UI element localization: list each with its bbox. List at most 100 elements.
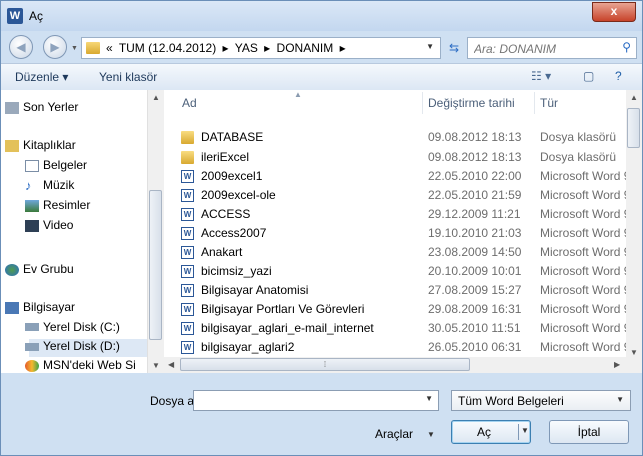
breadcrumb-separator[interactable]: ▸ bbox=[223, 41, 229, 55]
navigation-bar: ◀ ▶ ▼ « TUM (12.04.2012) ▸ YAS ▸ DONANIM… bbox=[1, 31, 642, 63]
nav-item-libraries[interactable]: Kitaplıklar bbox=[5, 138, 76, 156]
open-options-icon[interactable]: ▼ bbox=[521, 426, 529, 435]
scroll-down-icon[interactable]: ▼ bbox=[630, 348, 638, 357]
scroll-right-icon[interactable]: ▶ bbox=[614, 360, 620, 369]
nav-item-label: Müzik bbox=[43, 178, 75, 192]
msn-icon bbox=[25, 360, 39, 372]
new-folder-button[interactable]: Yeni klasör bbox=[99, 70, 157, 84]
nav-item-label: Resimler bbox=[43, 198, 91, 212]
filename-field: ▼ bbox=[193, 390, 439, 411]
word-doc-icon: W bbox=[181, 227, 194, 240]
address-dropdown-icon[interactable]: ▼ bbox=[426, 42, 434, 51]
nav-item-label: Kitaplıklar bbox=[23, 138, 76, 152]
open-dialog: W Aç x ◀ ▶ ▼ « TUM (12.04.2012) ▸ YAS ▸ … bbox=[0, 0, 643, 456]
folder-icon bbox=[181, 131, 194, 144]
window-title: Aç bbox=[29, 9, 44, 23]
breadcrumb-item[interactable]: TUM (12.04.2012) bbox=[119, 41, 216, 55]
list-item[interactable]: Wbicimsiz_yazi 20.10.2009 10:01 Microsoft … bbox=[164, 262, 630, 281]
word-doc-icon: W bbox=[181, 189, 194, 202]
filename-input[interactable] bbox=[196, 392, 420, 411]
nav-item-pictures[interactable]: Resimler bbox=[25, 198, 91, 216]
breadcrumb-item[interactable]: YAS bbox=[235, 41, 258, 55]
list-item[interactable]: ileriExcel 09.08.2012 18:13 Dosya klasörü bbox=[164, 148, 626, 167]
scrollbar-thumb[interactable]: ⁞ bbox=[180, 358, 470, 371]
scroll-down-icon[interactable]: ▼ bbox=[152, 361, 160, 370]
breadcrumb: « TUM (12.04.2012) ▸ YAS ▸ DONANIM ▸ bbox=[106, 41, 349, 55]
close-button[interactable]: x bbox=[592, 2, 636, 22]
search-box: ⚲ bbox=[467, 37, 637, 59]
scroll-up-icon[interactable]: ▲ bbox=[630, 93, 638, 102]
search-icon[interactable]: ⚲ bbox=[622, 40, 631, 54]
nav-item-music[interactable]: ♪ Müzik bbox=[25, 178, 75, 196]
list-item[interactable]: W 2009excel-ole 22.05.2010 21:59 Microsoft … bbox=[164, 186, 630, 205]
preview-pane-icon[interactable]: ▢ bbox=[583, 69, 594, 83]
scroll-up-icon[interactable]: ▲ bbox=[152, 93, 160, 102]
breadcrumb-item[interactable]: DONANIM bbox=[277, 41, 334, 55]
breadcrumb-overflow[interactable]: « bbox=[106, 41, 113, 55]
list-item[interactable]: W Anakart 23.08.2009 14:50 Microsoft Word 9 bbox=[164, 243, 630, 262]
column-divider[interactable] bbox=[534, 92, 535, 114]
file-type-value: Tüm Word Belgeleri bbox=[458, 394, 564, 408]
disk-icon bbox=[25, 343, 39, 351]
view-options-icon[interactable]: ☷ ▾ bbox=[531, 69, 551, 83]
nav-item-label: Son Yerler bbox=[23, 100, 79, 114]
list-item[interactable]: W ACCESS 29.12.2009 11:21 Microsoft Word 9 bbox=[164, 205, 630, 224]
nav-item-video[interactable]: Video bbox=[25, 218, 74, 236]
forward-button[interactable]: ▶ bbox=[43, 35, 67, 59]
column-header-date[interactable]: Değiştirme tarihi bbox=[428, 90, 515, 116]
documents-icon bbox=[25, 160, 39, 172]
libraries-icon bbox=[5, 140, 19, 152]
tools-button[interactable]: Araçlar bbox=[375, 427, 413, 441]
open-button[interactable]: Aç bbox=[451, 420, 531, 444]
word-doc-icon: W bbox=[181, 322, 194, 335]
refresh-icon[interactable]: ⇆ bbox=[443, 37, 465, 59]
word-doc-icon: W bbox=[181, 208, 194, 221]
disk-icon bbox=[25, 323, 39, 331]
nav-item-msn[interactable]: MSN'deki Web Si bbox=[25, 358, 136, 373]
word-doc-icon: W bbox=[181, 246, 194, 259]
column-divider[interactable] bbox=[422, 92, 423, 114]
nav-item-disk-d[interactable]: Yerel Disk (D:) bbox=[25, 339, 163, 357]
column-header-type[interactable]: Tür bbox=[540, 90, 558, 116]
file-list-scrollbar[interactable]: ▲ ▼ bbox=[626, 90, 642, 373]
nav-item-disk-c[interactable]: Yerel Disk (C:) bbox=[25, 320, 120, 338]
column-header-name[interactable]: Ad bbox=[182, 90, 197, 116]
list-item[interactable]: DATABASE 09.08.2012 18:13 Dosya klasörü bbox=[164, 128, 626, 147]
breadcrumb-separator[interactable]: ▸ bbox=[340, 41, 346, 55]
search-input[interactable] bbox=[472, 39, 616, 59]
music-icon: ♪ bbox=[25, 178, 32, 193]
nav-item-homegroup[interactable]: Ev Grubu bbox=[5, 262, 74, 280]
cancel-button[interactable]: İptal bbox=[549, 420, 629, 444]
sort-arrow-icon: ▲ bbox=[294, 90, 302, 99]
scroll-left-icon[interactable]: ◀ bbox=[168, 360, 174, 369]
nav-item-documents[interactable]: Belgeler bbox=[25, 158, 87, 176]
file-type-select[interactable]: Tüm Word Belgeleri ▼ bbox=[451, 390, 631, 411]
folder-icon bbox=[181, 151, 194, 164]
help-icon[interactable]: ? bbox=[615, 69, 622, 83]
pictures-icon bbox=[25, 200, 39, 212]
filename-dropdown-icon[interactable]: ▼ bbox=[425, 394, 433, 403]
back-button[interactable]: ◀ bbox=[9, 35, 33, 59]
open-split-divider bbox=[518, 424, 519, 440]
nav-item-label: Yerel Disk (D:) bbox=[43, 339, 120, 353]
address-bar[interactable]: « TUM (12.04.2012) ▸ YAS ▸ DONANIM ▸ ▼ bbox=[81, 37, 441, 59]
recent-pages-icon[interactable]: ▼ bbox=[71, 45, 78, 52]
list-item[interactable]: W 2009excel1 22.05.2010 22:00 Microsoft Wor… bbox=[164, 167, 630, 186]
nav-item-computer[interactable]: Bilgisayar bbox=[5, 300, 75, 318]
homegroup-icon bbox=[5, 264, 19, 276]
nav-scrollbar[interactable]: ▲ ▼ bbox=[147, 90, 164, 373]
list-item[interactable]: W Bilgisayar Portları Ve Görevleri 29.08.2… bbox=[164, 300, 630, 319]
scrollbar-thumb[interactable] bbox=[627, 108, 640, 148]
nav-item-label: Video bbox=[43, 218, 74, 232]
list-item[interactable]: W Bilgisayar Anatomisi 27.08.2009 15:27 Mic… bbox=[164, 281, 630, 300]
list-item[interactable]: W Access2007 19.10.2010 21:03 Microsoft Wor… bbox=[164, 224, 630, 243]
file-list-hscrollbar[interactable]: ◀ ⁞ ▶ bbox=[164, 357, 626, 373]
nav-item-recent-places[interactable]: Son Yerler bbox=[5, 100, 79, 118]
scrollbar-thumb[interactable] bbox=[149, 190, 162, 340]
organize-button[interactable]: Düzenle ▾ bbox=[15, 70, 68, 84]
breadcrumb-separator[interactable]: ▸ bbox=[264, 41, 270, 55]
list-item[interactable]: Wbilgisayar_aglari2 26.05.2010 06:31 Micro… bbox=[164, 338, 630, 357]
computer-icon bbox=[5, 302, 19, 314]
tools-dropdown-icon[interactable]: ▼ bbox=[427, 430, 435, 439]
list-item[interactable]: Wbilgisayar_aglari_e-mail_internet 30.05.… bbox=[164, 319, 630, 338]
